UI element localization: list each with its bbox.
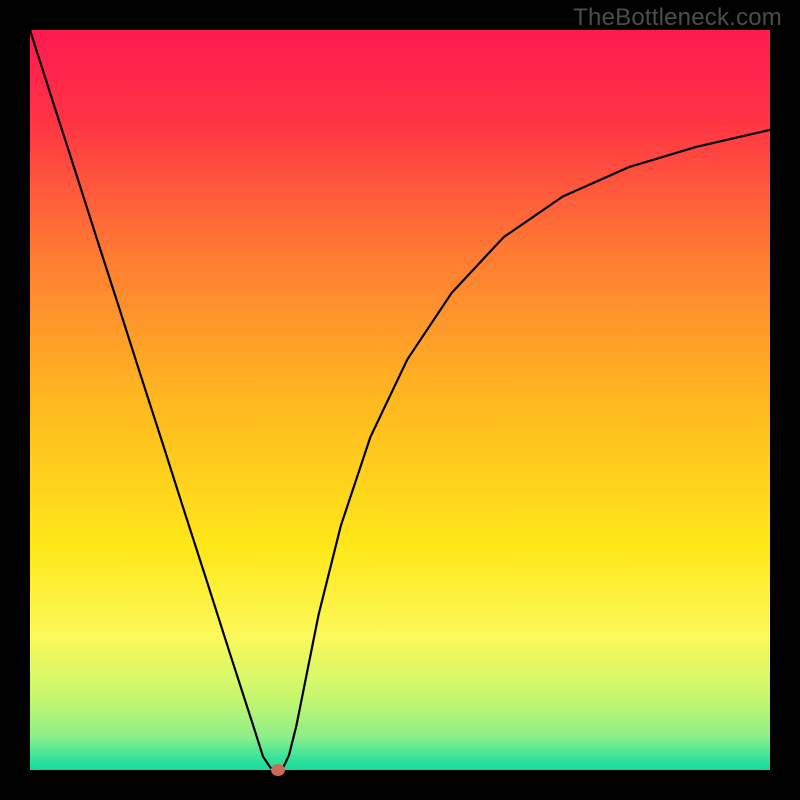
watermark-text: TheBottleneck.com	[573, 4, 782, 32]
chart-frame: TheBottleneck.com	[0, 0, 800, 800]
chart-plot	[30, 30, 770, 770]
min-point-marker	[271, 764, 285, 776]
chart-background	[30, 30, 770, 770]
